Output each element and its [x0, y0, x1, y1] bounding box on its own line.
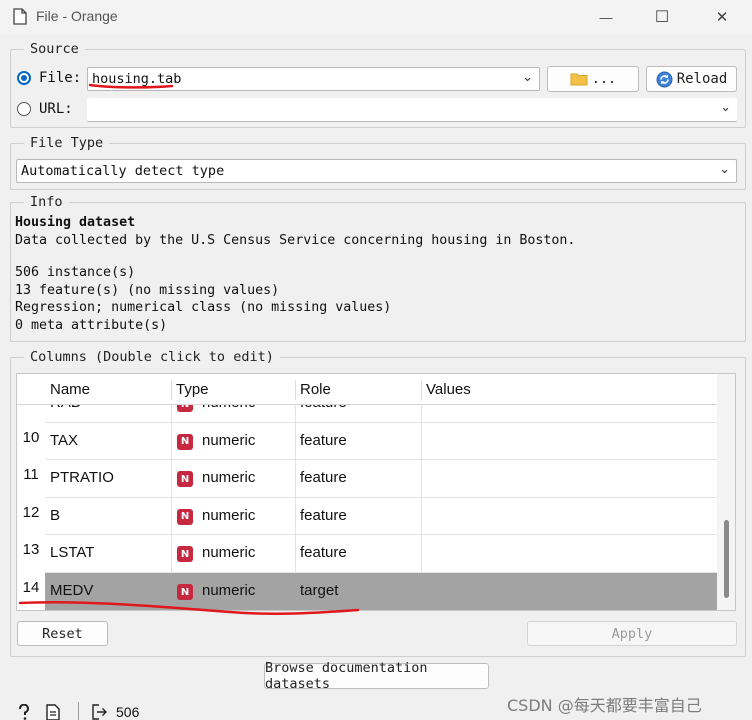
- meta-count: 0 meta attribute(s): [15, 318, 168, 333]
- numeric-type-icon: N: [177, 471, 193, 488]
- dataset-title: Housing dataset: [15, 215, 136, 230]
- cell-type: numeric: [202, 582, 256, 599]
- numeric-type-icon: N: [177, 584, 193, 600]
- numeric-type-icon: N: [177, 508, 193, 525]
- watermark: CSDN @每天都要丰富自己: [507, 696, 702, 715]
- file-combo[interactable]: housing.tab ⌄: [87, 67, 540, 91]
- url-radio[interactable]: [17, 102, 31, 116]
- info-group-title: Info: [24, 194, 69, 210]
- reset-button[interactable]: Reset: [17, 621, 108, 646]
- browse-file-label: ...: [591, 71, 617, 87]
- cell-name: TAX: [50, 431, 79, 449]
- cell-type: numeric: [202, 431, 256, 449]
- status-divider: [78, 702, 79, 720]
- reload-icon: [656, 71, 673, 87]
- header-type[interactable]: Type: [171, 374, 295, 404]
- chevron-down-icon: ⌄: [719, 162, 730, 177]
- maximize-button[interactable]: ☐: [640, 4, 684, 30]
- chevron-down-icon: ⌄: [522, 70, 533, 85]
- folder-icon: [570, 73, 588, 86]
- url-label: URL:: [39, 101, 73, 117]
- reload-button[interactable]: Reload: [646, 66, 737, 92]
- file-type-value: Automatically detect type: [21, 163, 225, 179]
- file-type-combo[interactable]: Automatically detect type ⌄: [16, 159, 737, 183]
- cell-role: feature: [300, 506, 347, 524]
- reload-label: Reload: [676, 71, 728, 87]
- close-icon: ✕: [715, 9, 729, 26]
- cell-name: LSTAT: [50, 544, 95, 562]
- target-info: Regression; numerical class (no missing …: [15, 300, 392, 315]
- row-index: 12: [22, 503, 40, 521]
- output-count: 506: [116, 704, 140, 720]
- corner-cell: [17, 374, 45, 404]
- table-row[interactable]: 10 TAX Nnumeric feature: [17, 422, 717, 461]
- scrollbar-thumb[interactable]: [724, 520, 729, 598]
- title-bar: File - Orange — ☐ ✕: [0, 0, 752, 34]
- cell-type: numeric: [202, 506, 256, 524]
- columns-table[interactable]: 9RADNnumericfeature10TAXNnumericfeature1…: [16, 373, 736, 611]
- help-icon[interactable]: [17, 704, 31, 720]
- selected-row-highlight: [45, 573, 717, 610]
- cell-role: feature: [300, 544, 347, 562]
- row-index: 11: [23, 466, 39, 484]
- apply-button[interactable]: Apply: [527, 621, 737, 646]
- file-type-group-title: File Type: [24, 135, 110, 151]
- chevron-down-icon: ⌄: [720, 100, 731, 115]
- browse-file-button[interactable]: ...: [547, 66, 639, 92]
- file-combo-value: housing.tab: [92, 71, 182, 87]
- cell-name: PTRATIO: [50, 469, 114, 487]
- table-row[interactable]: 13 LSTAT Nnumeric feature: [17, 535, 717, 573]
- vertical-scrollbar[interactable]: [717, 374, 735, 610]
- dataset-description: Data collected by the U.S Census Service…: [15, 233, 576, 248]
- reset-label: Reset: [42, 625, 83, 642]
- header-values[interactable]: Values: [421, 374, 717, 404]
- cell-role: feature: [300, 431, 347, 449]
- file-radio[interactable]: [17, 71, 31, 85]
- browse-documentation-label: Browse documentation datasets: [265, 660, 428, 692]
- header-role[interactable]: Role: [295, 374, 421, 404]
- cell-type: numeric: [202, 469, 256, 487]
- feature-count: 13 feature(s) (no missing values): [15, 283, 280, 298]
- window-title: File - Orange: [36, 8, 118, 24]
- apply-label: Apply: [611, 625, 653, 642]
- row-index: 13: [22, 541, 40, 559]
- header-name[interactable]: Name: [45, 374, 171, 404]
- browse-documentation-button[interactable]: Browse documentation datasets: [264, 660, 489, 692]
- maximize-icon: ☐: [654, 9, 670, 26]
- table-row[interactable]: 14 MEDV Nnumeric target: [17, 573, 717, 610]
- cell-type: numeric: [202, 544, 256, 562]
- file-label: File:: [39, 70, 82, 86]
- cell-name: MEDV: [50, 582, 94, 599]
- numeric-type-icon: N: [177, 433, 193, 450]
- url-combo[interactable]: ⌄: [87, 98, 737, 122]
- output-icon: [92, 704, 107, 720]
- source-group-title: Source: [24, 41, 85, 57]
- instance-count: 506 instance(s): [15, 265, 136, 280]
- report-icon[interactable]: [46, 704, 60, 720]
- table-row[interactable]: 12 B Nnumeric feature: [17, 497, 717, 536]
- cell-role: target: [300, 582, 339, 599]
- cell-role: feature: [300, 469, 347, 487]
- numeric-type-icon: N: [177, 546, 193, 563]
- minimize-icon: —: [599, 9, 613, 25]
- row-index: 14: [22, 579, 40, 596]
- minimize-button[interactable]: —: [584, 4, 628, 30]
- table-row[interactable]: 11 PTRATIO Nnumeric feature: [17, 460, 717, 498]
- close-button[interactable]: ✕: [700, 4, 744, 30]
- row-index: 10: [22, 428, 40, 446]
- document-icon: [13, 8, 27, 25]
- cell-name: B: [50, 506, 61, 524]
- columns-group-title: Columns (Double click to edit): [24, 349, 280, 365]
